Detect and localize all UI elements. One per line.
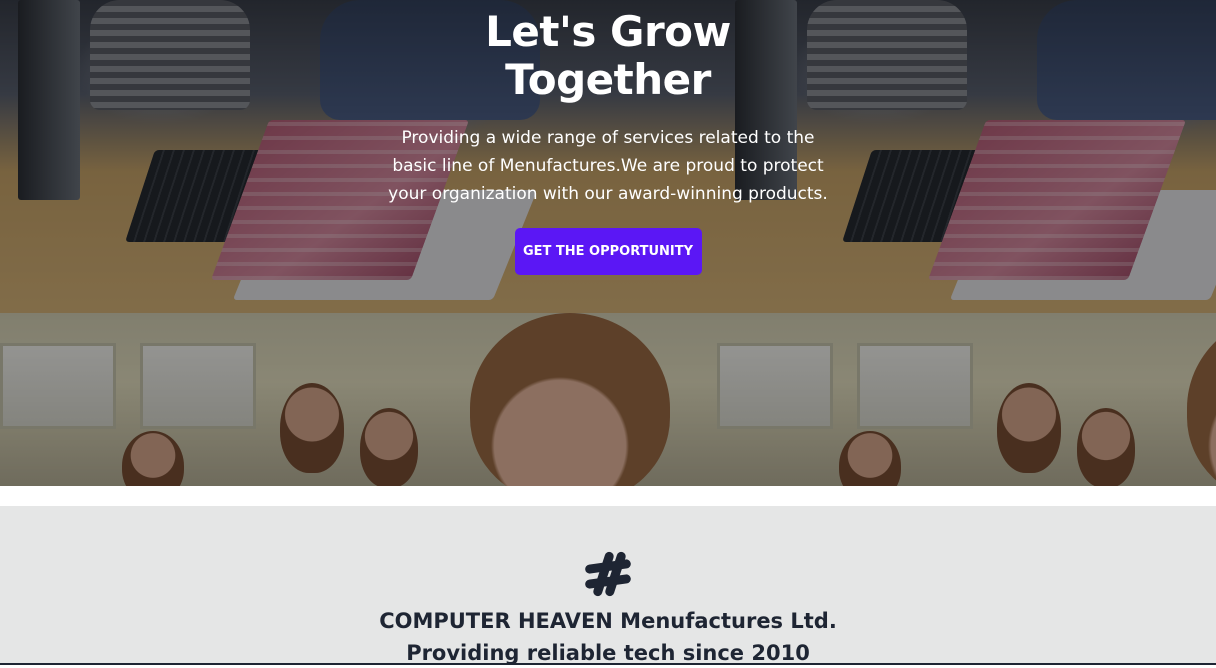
get-opportunity-button[interactable]: GET THE OPPORTUNITY [514, 228, 702, 275]
hero-title-line2: Together [505, 55, 711, 104]
hero-content: Let's Grow Together Providing a wide ran… [358, 8, 858, 275]
hashtag-icon [585, 551, 631, 597]
about-section: COMPUTER HEAVEN Menufactures Ltd. Provid… [0, 506, 1216, 665]
hero-section: Let's Grow Together Providing a wide ran… [0, 0, 1216, 486]
hero-title: Let's Grow Together [358, 8, 858, 104]
hero-title-line1: Let's Grow [485, 7, 731, 56]
company-name: COMPUTER HEAVEN Menufactures Ltd. [379, 609, 837, 633]
hero-description: Providing a wide range of services relat… [388, 128, 828, 204]
